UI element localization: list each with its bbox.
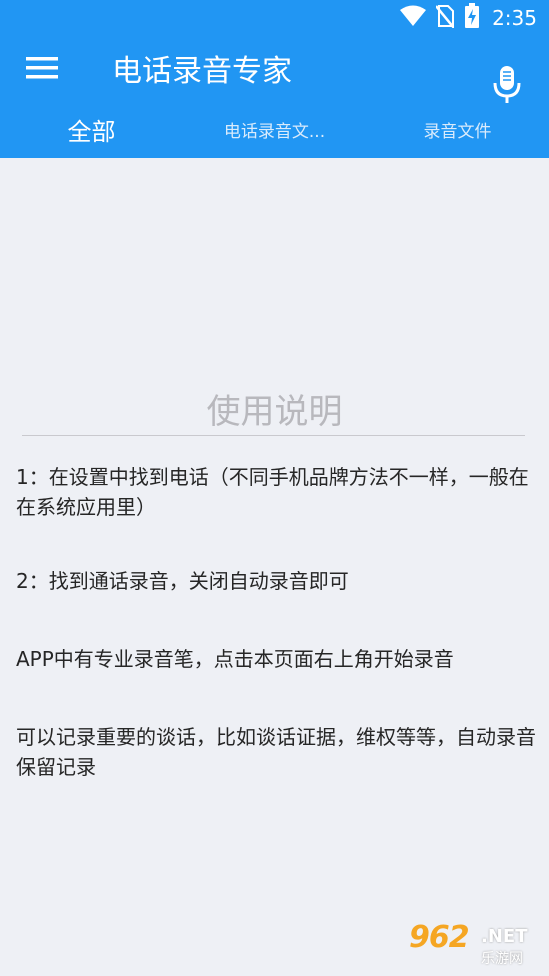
watermark-brand: 962 — [409, 920, 470, 955]
tab-call-recordings[interactable]: 电话录音文... — [183, 110, 366, 158]
divider — [22, 435, 525, 436]
watermark-subtitle: 乐游网 — [481, 951, 523, 967]
status-icons: 2:35 — [400, 3, 537, 33]
app-title: 电话录音专家 — [112, 54, 292, 89]
tab-recording-files[interactable]: 录音文件 — [366, 110, 549, 158]
wifi-icon — [400, 5, 427, 31]
record-button[interactable] — [486, 66, 528, 108]
battery-charging-icon — [464, 3, 480, 33]
instructions-title: 使用说明 — [206, 392, 343, 432]
hamburger-menu-icon — [26, 56, 58, 84]
instruction-paragraph: 1：在设置中找到电话（不同手机品牌方法不一样，一般在在系统应用里） — [16, 465, 529, 519]
app-bar: 2:35 电话录音专家 全部 电话录音文... 录音文件 — [0, 0, 549, 158]
instruction-paragraph: APP中有专业录音笔，点击本页面右上角开始录音 — [16, 647, 454, 671]
menu-button[interactable] — [22, 50, 62, 90]
status-bar: 2:35 — [0, 0, 549, 36]
instruction-paragraph: 2：找到通话录音，关闭自动录音即可 — [16, 569, 349, 593]
watermark-logo: 962 .NET 乐游网 — [409, 920, 541, 970]
watermark-suffix: .NET — [481, 926, 528, 947]
tab-bar: 全部 电话录音文... 录音文件 — [0, 110, 549, 158]
instructions-panel: 使用说明 1：在设置中找到电话（不同手机品牌方法不一样，一般在在系统应用里） 2… — [0, 158, 549, 976]
status-time: 2:35 — [492, 6, 537, 30]
tab-all[interactable]: 全部 — [0, 110, 183, 158]
microphone-icon — [493, 66, 521, 108]
instruction-paragraph: 可以记录重要的谈话，比如谈话证据，维权等等，自动录音保留记录 — [16, 725, 536, 779]
no-sim-icon — [435, 4, 456, 32]
